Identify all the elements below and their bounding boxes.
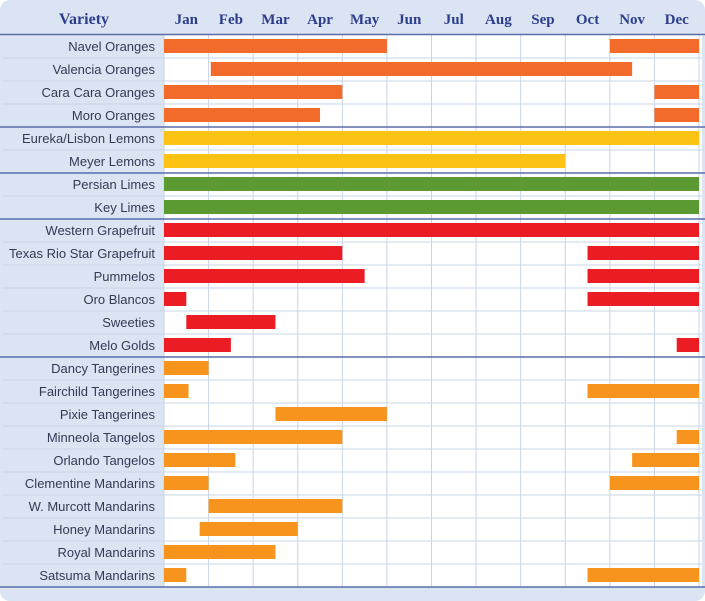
season-bar: [164, 453, 236, 467]
month-label-aug: Aug: [485, 12, 512, 28]
row-label: Fairchild Tangerines: [39, 384, 156, 399]
season-bar: [275, 407, 387, 421]
season-bar: [164, 430, 343, 444]
row-label: Eureka/Lisbon Lemons: [22, 131, 155, 146]
season-bar: [609, 39, 699, 53]
row-label: Clementine Mandarins: [25, 476, 156, 491]
row-label: Pixie Tangerines: [60, 407, 156, 422]
season-bar: [210, 62, 633, 76]
row-label: Honey Mandarins: [53, 522, 155, 537]
season-bar: [164, 384, 189, 398]
season-bar: [208, 499, 343, 513]
season-bar: [186, 315, 276, 329]
season-bar: [164, 545, 276, 559]
season-bar: [164, 39, 387, 53]
row-label: Oro Blancos: [83, 292, 155, 307]
row-label: Satsuma Mandarins: [39, 568, 155, 583]
row-label: Meyer Lemons: [69, 154, 155, 169]
row-label: Persian Limes: [73, 177, 156, 192]
season-bar: [164, 269, 365, 283]
season-bar: [164, 177, 699, 191]
row-label: Minneola Tangelos: [47, 430, 156, 445]
season-bar: [587, 246, 699, 260]
month-label-oct: Oct: [576, 12, 599, 28]
season-bar: [164, 85, 343, 99]
season-bar: [587, 292, 699, 306]
season-bar: [199, 522, 298, 536]
variety-column-header: Variety: [59, 11, 109, 28]
season-bar: [164, 223, 699, 237]
season-bar: [164, 476, 209, 490]
month-label-jun: Jun: [397, 12, 422, 28]
row-label: Navel Oranges: [68, 39, 155, 54]
season-bar: [632, 453, 699, 467]
row-label: Royal Mandarins: [57, 545, 155, 560]
chart-svg: Variety Jan Feb Mar Apr May Jun Jul Aug Sep Oct Nov…: [0, 0, 705, 601]
row-label: W. Murcott Mandarins: [29, 499, 156, 514]
row-label: Orlando Tangelos: [53, 453, 155, 468]
season-bar: [587, 384, 699, 398]
season-bar: [654, 108, 699, 122]
season-bar: [164, 292, 187, 306]
season-bar: [164, 246, 343, 260]
month-label-apr: Apr: [307, 12, 333, 28]
month-label-dec: Dec: [665, 12, 689, 28]
season-bar: [587, 269, 699, 283]
season-bar: [676, 430, 699, 444]
row-label: Cara Cara Oranges: [42, 85, 156, 100]
season-bar: [654, 85, 699, 99]
month-label-feb: Feb: [219, 12, 243, 28]
season-bar: [164, 154, 566, 168]
season-bar: [164, 568, 187, 582]
citrus-season-chart: Variety Jan Feb Mar Apr May Jun Jul Aug Sep Oct Nov…: [0, 0, 705, 601]
season-bar: [164, 108, 321, 122]
row-label: Dancy Tangerines: [51, 361, 155, 376]
row-label: Texas Rio Star Grapefruit: [9, 246, 155, 261]
season-bar: [164, 131, 699, 145]
row-label: Moro Oranges: [72, 108, 156, 123]
season-bar: [164, 338, 231, 352]
row-label: Melo Golds: [89, 338, 155, 353]
month-label-nov: Nov: [619, 12, 645, 28]
season-bar: [609, 476, 699, 490]
season-bar: [676, 338, 699, 352]
row-label: Pummelos: [94, 269, 156, 284]
month-label-sep: Sep: [531, 12, 554, 28]
season-bar: [164, 361, 209, 375]
row-label: Valencia Oranges: [53, 62, 156, 77]
row-label: Sweeties: [102, 315, 155, 330]
month-label-jul: Jul: [444, 12, 464, 28]
row-label: Western Grapefruit: [45, 223, 155, 238]
season-bar: [587, 568, 699, 582]
season-bar: [164, 200, 699, 214]
month-label-mar: Mar: [261, 12, 290, 28]
month-label-may: May: [350, 12, 380, 28]
row-label: Key Limes: [94, 200, 155, 215]
month-label-jan: Jan: [175, 12, 199, 28]
